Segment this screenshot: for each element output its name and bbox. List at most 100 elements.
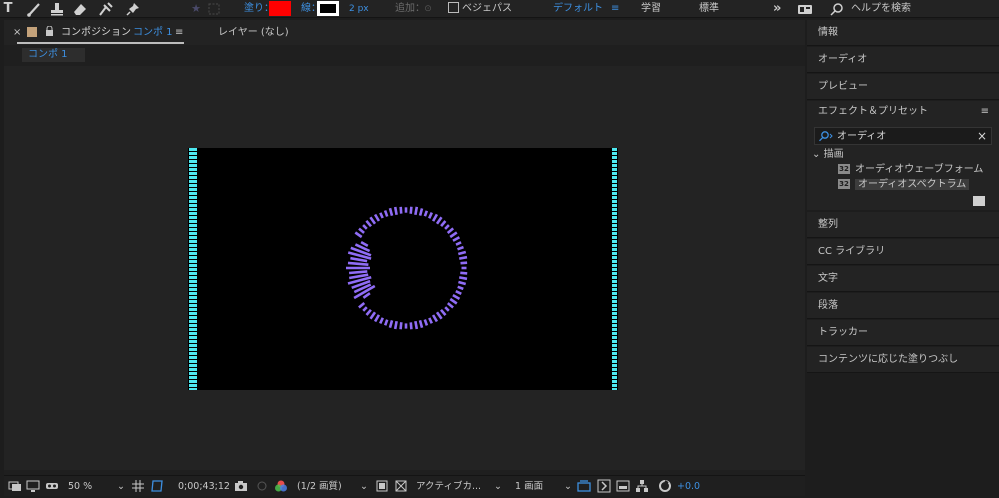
- fill-color-swatch[interactable]: [269, 1, 291, 16]
- spectrum-bar: [452, 236, 461, 242]
- mask-visibility-icon[interactable]: [150, 479, 164, 493]
- puppet-pin-tool-icon[interactable]: [125, 1, 141, 17]
- stroke-width[interactable]: 2 px: [349, 0, 369, 18]
- chevron-down-icon[interactable]: ⌄: [812, 149, 820, 160]
- spectrum-bar: [446, 227, 455, 234]
- new-preset-icon[interactable]: [973, 196, 985, 206]
- type-tool-icon[interactable]: T: [0, 1, 16, 17]
- spectrum-bar: [449, 231, 458, 239]
- panel-audio[interactable]: オーディオ: [807, 47, 999, 73]
- composition-viewer[interactable]: [4, 66, 805, 470]
- mask-feather-icon: [206, 1, 222, 17]
- spectrum-bar: [358, 302, 366, 309]
- effect-audio-spectrum[interactable]: 32 オーディオスペクトラム: [838, 178, 970, 192]
- grid-guides-icon[interactable]: [131, 479, 145, 493]
- region-of-interest-icon[interactable]: [375, 479, 389, 493]
- spectrum-bar: [399, 206, 403, 214]
- roto-brush-tool-icon[interactable]: [98, 1, 114, 17]
- toggle-pixel-aspect-icon[interactable]: [577, 479, 591, 493]
- spectrum-bar: [444, 224, 450, 230]
- checkbox-icon[interactable]: [448, 2, 459, 13]
- workspace-default[interactable]: デフォルト: [553, 0, 603, 18]
- fast-previews-icon[interactable]: [597, 479, 611, 493]
- spectrum-bar: [399, 322, 403, 330]
- views-select[interactable]: 1 画面: [515, 479, 543, 495]
- spectrum-bar: [369, 311, 377, 320]
- panel-paragraph[interactable]: 段落: [807, 293, 999, 319]
- spectrum-bar: [360, 240, 369, 248]
- resolution-select[interactable]: (1/2 画質): [297, 479, 342, 495]
- workspace-sync-icon[interactable]: [797, 1, 813, 17]
- circular-spectrum: [346, 206, 468, 330]
- panel-tracker[interactable]: トラッカー: [807, 320, 999, 346]
- panel-effects-presets[interactable]: エフェクト＆プリセット ≡: [807, 101, 999, 123]
- bezier-path-label: ベジェパス: [462, 3, 512, 14]
- views-chevron-icon[interactable]: ⌄: [564, 479, 572, 495]
- bezier-path-checkbox[interactable]: ベジェパス: [448, 0, 512, 18]
- panel-align[interactable]: 整列: [807, 212, 999, 238]
- panel-content-aware-fill[interactable]: コンテンツに応じた塗りつぶし: [807, 347, 999, 373]
- comp-breadcrumb[interactable]: コンポ 1: [22, 48, 85, 62]
- flowchart-icon[interactable]: [635, 479, 649, 493]
- reset-exposure-icon[interactable]: [658, 479, 672, 493]
- help-search-input[interactable]: ヘルプを検索: [851, 0, 911, 18]
- effects-search-input[interactable]: オーディオ ×: [814, 127, 992, 145]
- spectrum-bar: [455, 241, 462, 246]
- transparency-grid-icon[interactable]: [394, 479, 408, 493]
- spectrum-bar: [418, 319, 424, 329]
- effect-32bit-icon: 32: [838, 164, 850, 174]
- search-help-icon[interactable]: [829, 1, 845, 17]
- spectrum-bar: [365, 219, 372, 228]
- spectrum-bar: [354, 231, 363, 239]
- color-channels-icon[interactable]: [274, 479, 288, 493]
- current-time[interactable]: 0;00;43;12: [178, 479, 230, 495]
- spectrum-bar: [440, 220, 447, 227]
- spectrum-bar: [431, 213, 439, 222]
- spectrum-bar: [457, 245, 464, 251]
- eraser-tool-icon[interactable]: [72, 1, 88, 17]
- camera-chevron-icon[interactable]: ⌄: [494, 479, 502, 495]
- spectrum-bar: [414, 206, 419, 216]
- spectrum-bar: [388, 320, 394, 329]
- stroke-color-swatch[interactable]: [317, 1, 339, 16]
- spectrum-bar: [373, 314, 381, 323]
- layer-tab[interactable]: レイヤー (なし): [218, 20, 289, 45]
- monitor-icon[interactable]: [26, 479, 40, 493]
- workspace-standard[interactable]: 標準: [699, 0, 719, 18]
- spectrum-bar: [393, 320, 398, 330]
- effect-label: オーディオスペクトラム: [855, 179, 970, 190]
- spectrum-bar: [379, 317, 384, 324]
- spectrum-bar: [423, 210, 429, 217]
- clear-search-icon[interactable]: ×: [977, 128, 987, 144]
- panel-preview[interactable]: プレビュー: [807, 74, 999, 100]
- snapshot-camera-icon[interactable]: [234, 479, 248, 493]
- vr-goggles-icon[interactable]: [45, 479, 59, 493]
- tree-category-draw[interactable]: ⌄ 描画: [812, 148, 844, 162]
- camera-select[interactable]: アクティブカ...: [416, 479, 481, 495]
- brush-tool-icon[interactable]: [26, 1, 42, 17]
- spectrum-bar: [409, 206, 413, 214]
- composition-panel: × コンポジション コンポ 1 ≡ レイヤー (なし) コンポ 1 50 % ⌄…: [4, 20, 805, 496]
- workspace-learn[interactable]: 学習: [641, 0, 661, 18]
- workspace-menu-icon[interactable]: ≡: [611, 0, 619, 18]
- effect-audio-waveform[interactable]: 32 オーディオウェーブフォーム: [838, 163, 983, 177]
- composition-canvas[interactable]: [188, 148, 618, 390]
- spectrum-bar: [362, 292, 371, 299]
- panel-info[interactable]: 情報: [807, 20, 999, 46]
- panel-character[interactable]: 文字: [807, 266, 999, 292]
- zoom-select[interactable]: 50 %: [68, 479, 92, 495]
- effects-menu-icon[interactable]: ≡: [981, 101, 989, 123]
- spectrum-bar: [460, 261, 468, 265]
- panel-cc-libraries[interactable]: CC ライブラリ: [807, 239, 999, 265]
- spectrum-bar: [348, 270, 368, 275]
- resolution-chevron-icon[interactable]: ⌄: [360, 479, 368, 495]
- zoom-chevron-icon[interactable]: ⌄: [117, 479, 125, 495]
- always-preview-icon[interactable]: [8, 479, 22, 493]
- spectrum-bar: [440, 308, 447, 316]
- clone-stamp-tool-icon[interactable]: [49, 1, 65, 17]
- workspace-overflow-icon[interactable]: »: [773, 0, 781, 18]
- timeline-icon[interactable]: [616, 479, 630, 493]
- spectrum-bar: [446, 302, 454, 309]
- spectrum-bar: [458, 276, 468, 281]
- exposure-value[interactable]: +0.0: [677, 479, 700, 495]
